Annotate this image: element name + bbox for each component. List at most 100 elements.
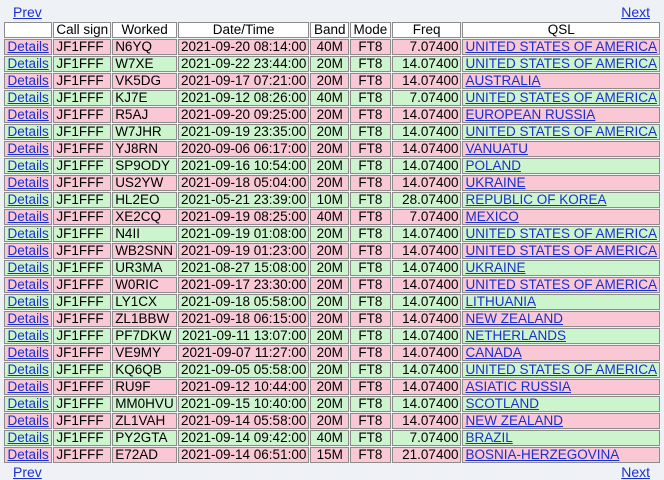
table-row: Details JF1FFF KJ7E 2021-09-12 08:26:00 40M F… — [4, 90, 660, 106]
details-link[interactable]: Details — [8, 39, 49, 54]
band-cell: 20M — [310, 345, 350, 361]
mode-cell: FT8 — [350, 328, 391, 344]
call-sign-cell: JF1FFF — [53, 447, 112, 463]
details-link[interactable]: Details — [8, 158, 49, 173]
prev-link-bottom[interactable]: Prev — [13, 464, 42, 480]
table-row: Details JF1FFF UR3MA 2021-08-27 15:08:00 20M… — [4, 260, 660, 276]
details-link[interactable]: Details — [8, 243, 49, 258]
qsl-country-link[interactable]: UNITED STATES OF AMERICA — [465, 277, 657, 292]
qsl-country-link[interactable]: MEXICO — [465, 209, 518, 224]
details-link[interactable]: Details — [8, 379, 49, 394]
qsl-country-cell: AUSTRALIA — [462, 73, 660, 89]
call-sign-cell: JF1FFF — [53, 311, 112, 327]
qsl-country-link[interactable]: UNITED STATES OF AMERICA — [465, 243, 657, 258]
qsl-country-link[interactable]: NEW ZEALAND — [465, 413, 563, 428]
details-link[interactable]: Details — [8, 430, 49, 445]
worked-cell: PF7DKW — [112, 328, 177, 344]
details-link[interactable]: Details — [8, 107, 49, 122]
qsl-country-cell: UKRAINE — [462, 175, 660, 191]
worked-cell: XE2CQ — [112, 209, 177, 225]
freq-cell: 14.07400 — [391, 141, 462, 157]
next-link-bottom[interactable]: Next — [621, 464, 650, 480]
table-row: Details JF1FFF WB2SNN 2021-09-19 01:23:00 20… — [4, 243, 660, 259]
qsl-country-link[interactable]: BRAZIL — [465, 430, 512, 445]
details-link[interactable]: Details — [8, 328, 49, 343]
qsl-country-link[interactable]: AUSTRALIA — [465, 73, 540, 88]
freq-cell: 14.07400 — [391, 413, 462, 429]
table-row: Details JF1FFF YJ8RN 2020-09-06 06:17:00 20M… — [4, 141, 660, 157]
qsl-country-link[interactable]: UNITED STATES OF AMERICA — [465, 226, 657, 241]
qsl-country-link[interactable]: EUROPEAN RUSSIA — [465, 107, 595, 122]
qsl-country-link[interactable]: UNITED STATES OF AMERICA — [465, 124, 657, 139]
qsl-country-link[interactable]: POLAND — [465, 158, 521, 173]
date-time-cell: 2021-08-27 15:08:00 — [177, 260, 310, 276]
qsl-country-link[interactable]: ASIATIC RUSSIA — [465, 379, 571, 394]
qsl-country-cell: REPUBLIC OF KOREA — [462, 192, 660, 208]
qsl-country-link[interactable]: VANUATU — [465, 141, 528, 156]
details-link[interactable]: Details — [8, 345, 49, 360]
next-link-top[interactable]: Next — [621, 4, 650, 20]
top-pagination: Prev Next — [3, 4, 661, 20]
mode-cell: FT8 — [350, 294, 391, 310]
details-link[interactable]: Details — [8, 124, 49, 139]
worked-cell: PY2GTA — [112, 430, 177, 446]
date-time-cell: 2021-05-21 23:39:00 — [177, 192, 310, 208]
mode-cell: FT8 — [350, 158, 391, 174]
qsl-country-link[interactable]: SCOTLAND — [465, 396, 539, 411]
details-link[interactable]: Details — [8, 209, 49, 224]
qsl-country-cell: SCOTLAND — [462, 396, 660, 412]
details-link[interactable]: Details — [8, 192, 49, 207]
details-link[interactable]: Details — [8, 56, 49, 71]
qsl-country-link[interactable]: LITHUANIA — [465, 294, 536, 309]
details-link[interactable]: Details — [8, 90, 49, 105]
details-cell: Details — [4, 328, 53, 344]
qsl-country-link[interactable]: UNITED STATES OF AMERICA — [465, 362, 657, 377]
details-link[interactable]: Details — [8, 141, 49, 156]
qsl-country-link[interactable]: REPUBLIC OF KOREA — [465, 192, 606, 207]
mode-cell: FT8 — [350, 362, 391, 378]
qsl-country-cell: LITHUANIA — [462, 294, 660, 310]
table-row: Details JF1FFF W7XE 2021-09-22 23:44:00 20M F… — [4, 56, 660, 72]
mode-cell: FT8 — [350, 56, 391, 72]
qsl-country-link[interactable]: NETHERLANDS — [465, 328, 566, 343]
details-cell: Details — [4, 90, 53, 106]
worked-cell: VK5DG — [112, 73, 177, 89]
mode-cell: FT8 — [350, 413, 391, 429]
qsl-country-link[interactable]: UKRAINE — [465, 260, 525, 275]
qsl-country-link[interactable]: UNITED STATES OF AMERICA — [465, 39, 657, 54]
mode-cell: FT8 — [350, 243, 391, 259]
worked-cell: SP9ODY — [112, 158, 177, 174]
qsl-country-link[interactable]: UNITED STATES OF AMERICA — [465, 56, 657, 71]
details-link[interactable]: Details — [8, 447, 49, 462]
details-link[interactable]: Details — [8, 294, 49, 309]
qsl-country-link[interactable]: BOSNIA-HERZEGOVINA — [465, 447, 619, 462]
table-row: Details JF1FFF SP9ODY 2021-09-16 10:54:00 20… — [4, 158, 660, 174]
date-time-cell: 2021-09-18 06:15:00 — [177, 311, 310, 327]
date-time-cell: 2021-09-16 10:54:00 — [177, 158, 310, 174]
qsl-country-cell: UNITED STATES OF AMERICA — [462, 226, 660, 242]
call-sign-cell: JF1FFF — [53, 107, 112, 123]
details-link[interactable]: Details — [8, 413, 49, 428]
details-cell: Details — [4, 73, 53, 89]
call-sign-cell: JF1FFF — [53, 277, 112, 293]
qsl-country-link[interactable]: NEW ZEALAND — [465, 311, 563, 326]
details-link[interactable]: Details — [8, 73, 49, 88]
qsl-country-link[interactable]: UNITED STATES OF AMERICA — [465, 90, 657, 105]
details-link[interactable]: Details — [8, 277, 49, 292]
band-cell: 20M — [310, 158, 350, 174]
details-link[interactable]: Details — [8, 396, 49, 411]
details-cell: Details — [4, 311, 53, 327]
freq-cell: 14.07400 — [391, 73, 462, 89]
details-link[interactable]: Details — [8, 226, 49, 241]
qsl-country-link[interactable]: UKRAINE — [465, 175, 525, 190]
details-link[interactable]: Details — [8, 175, 49, 190]
freq-cell: 14.07400 — [391, 260, 462, 276]
details-link[interactable]: Details — [8, 362, 49, 377]
details-link[interactable]: Details — [8, 311, 49, 326]
table-row: Details JF1FFF W7JHR 2021-09-19 23:35:00 20M… — [4, 124, 660, 140]
prev-link-top[interactable]: Prev — [13, 4, 42, 20]
worked-cell: UR3MA — [112, 260, 177, 276]
details-link[interactable]: Details — [8, 260, 49, 275]
qsl-country-link[interactable]: CANADA — [465, 345, 521, 360]
freq-cell: 14.07400 — [391, 379, 462, 395]
